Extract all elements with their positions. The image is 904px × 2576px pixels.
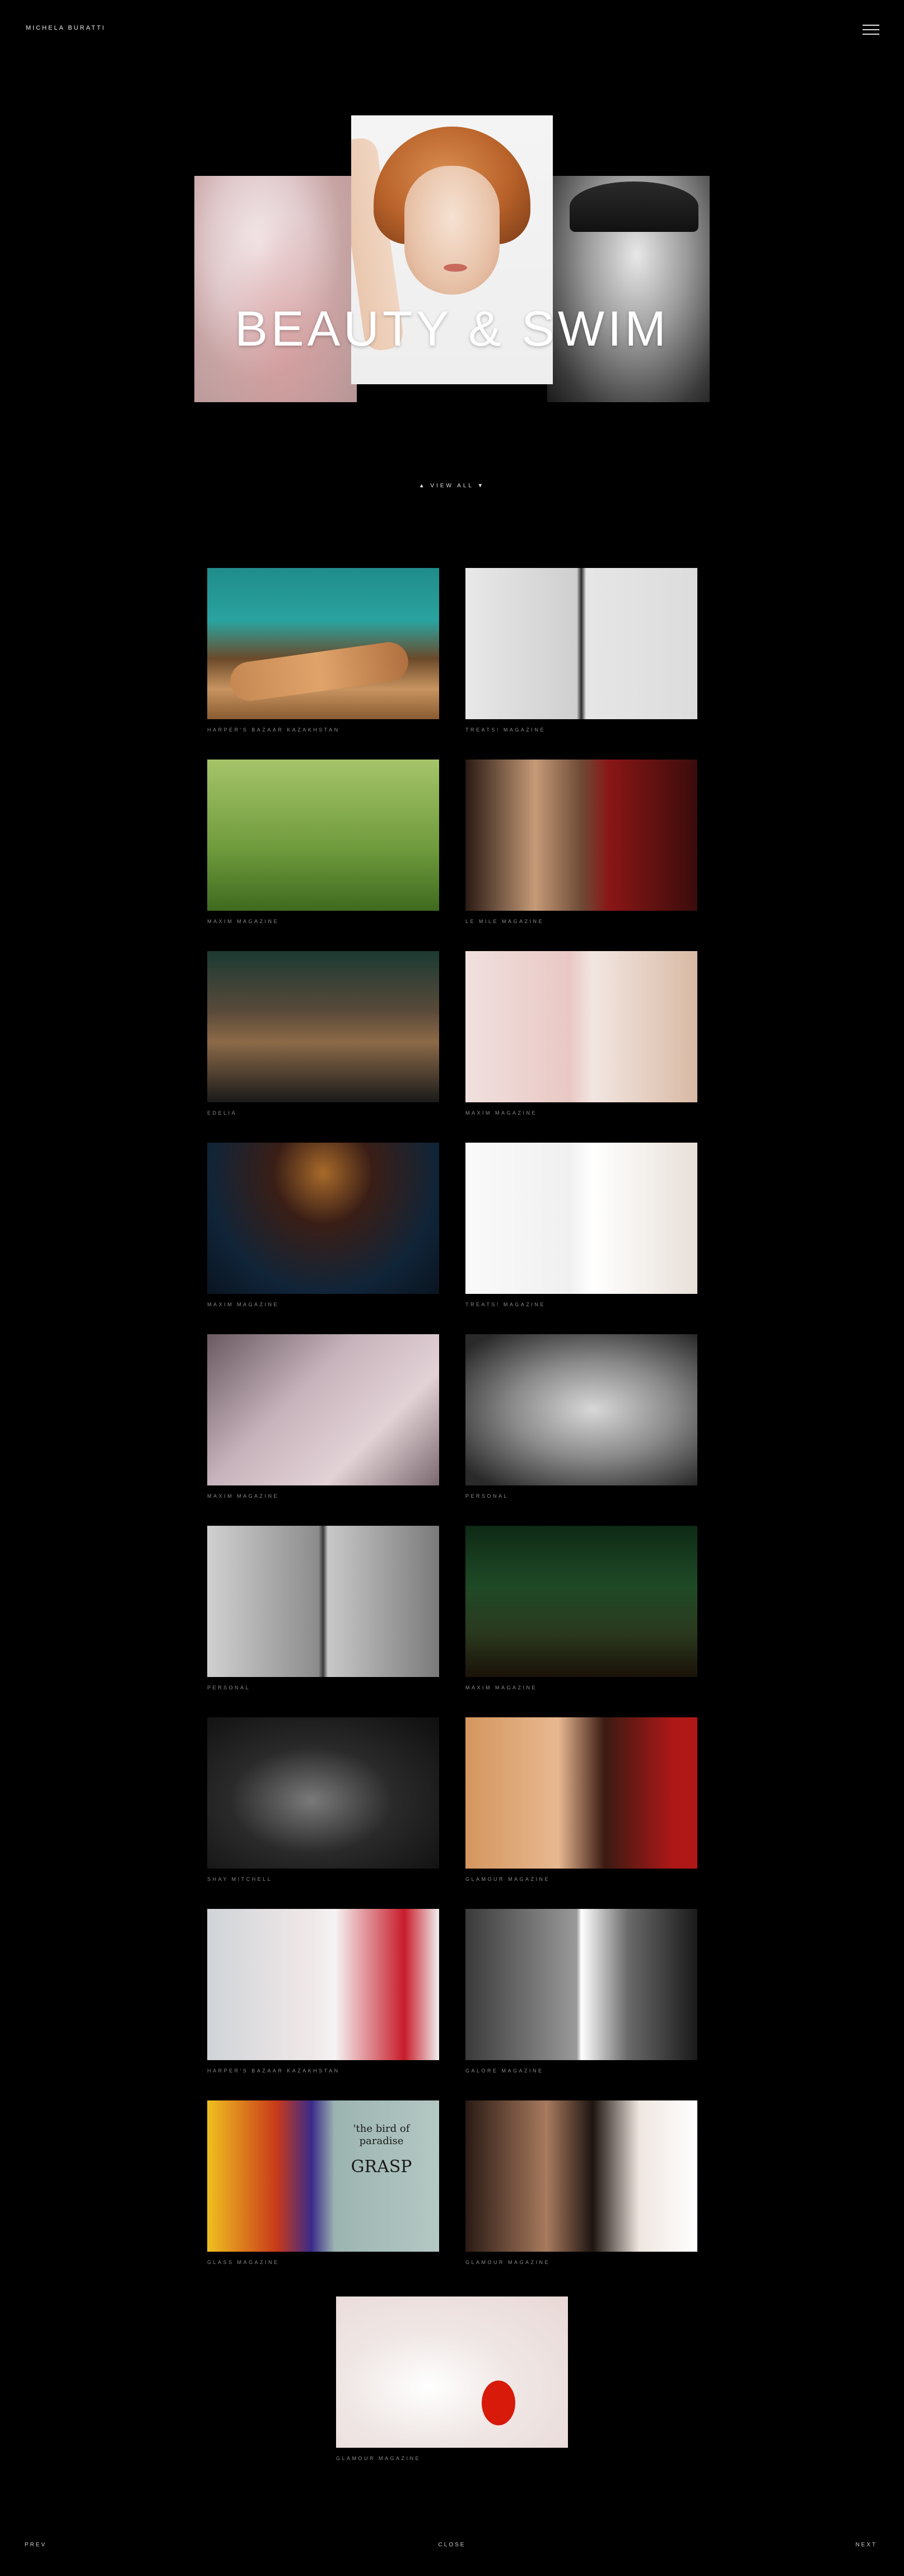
gallery-thumbnail[interactable] (207, 1334, 439, 1485)
close-link[interactable]: CLOSE (0, 2542, 904, 2548)
menu-line (863, 25, 879, 26)
gallery-item[interactable]: SHAY MITCHELL (207, 1717, 439, 1882)
page-title: BEAUTY & SWIM (235, 301, 669, 356)
gallery-thumbnail[interactable] (465, 1909, 697, 2060)
gallery-item[interactable]: MAXIM MAGAZINE (465, 1526, 697, 1690)
gallery-caption: MAXIM MAGAZINE (207, 919, 279, 924)
gallery-thumbnail[interactable] (465, 1717, 697, 1869)
hero-collage: BEAUTY & SWIM (194, 115, 710, 402)
hamburger-menu-icon[interactable] (863, 25, 879, 37)
gallery-caption: PERSONAL (207, 1685, 251, 1690)
gallery-item[interactable]: MAXIM MAGAZINE (465, 951, 697, 1116)
gallery-thumbnail[interactable] (465, 951, 697, 1102)
gallery-thumbnail[interactable] (207, 568, 439, 719)
gallery-item[interactable]: GALORE MAGAZINE (465, 1909, 697, 2074)
gallery-item[interactable]: GLAMOUR MAGAZINE (465, 2100, 697, 2265)
gallery-caption: GLASS MAGAZINE (207, 2260, 279, 2265)
gallery-thumbnail[interactable] (465, 1334, 697, 1485)
gallery-thumbnail[interactable] (465, 1526, 697, 1677)
brand-logo[interactable]: MICHELA BURATTI (26, 25, 106, 31)
gallery-item[interactable]: MAXIM MAGAZINE (207, 760, 439, 924)
gallery-thumbnail[interactable] (207, 951, 439, 1102)
gallery-item[interactable]: MAXIM MAGAZINE (207, 1334, 439, 1499)
cover-title: GRASP (351, 2157, 412, 2177)
gallery-item[interactable]: LE MILE MAGAZINE (465, 760, 697, 924)
gallery-caption: LE MILE MAGAZINE (465, 919, 544, 924)
view-all-toggle[interactable]: ▲ VIEW ALL ▼ (0, 483, 904, 489)
gallery-thumbnail[interactable] (336, 2296, 568, 2448)
gallery-thumbnail[interactable] (465, 1143, 697, 1294)
gallery-thumbnail[interactable] (465, 568, 697, 719)
gallery-caption: MAXIM MAGAZINE (207, 1302, 279, 1307)
gallery-caption: MAXIM MAGAZINE (465, 1110, 538, 1116)
gallery-caption: GLAMOUR MAGAZINE (465, 2260, 551, 2265)
gallery-item[interactable]: TREATS! MAGAZINE (465, 1143, 697, 1307)
gallery-item[interactable]: MAXIM MAGAZINE (207, 1143, 439, 1307)
hero-image-left (194, 176, 357, 402)
gallery-caption: PERSONAL (465, 1493, 509, 1499)
gallery-item[interactable]: EDELIA (207, 951, 439, 1116)
gallery-caption: HARPER'S BAZAAR KAZAKHSTAN (207, 2068, 340, 2074)
gallery-caption: GALORE MAGAZINE (465, 2068, 544, 2074)
gallery-caption: GLAMOUR MAGAZINE (465, 1876, 551, 1882)
gallery-thumbnail[interactable] (207, 1526, 439, 1677)
gallery-thumbnail[interactable]: 'the bird of paradise GRASP (207, 2100, 439, 2252)
face-shape (404, 166, 500, 295)
gallery-item[interactable]: GLAMOUR MAGAZINE (465, 1717, 697, 1882)
gallery-caption: HARPER'S BAZAAR KAZAKHSTAN (207, 727, 340, 733)
menu-line (863, 29, 879, 30)
gallery-thumbnail[interactable] (465, 760, 697, 911)
gallery-caption: TREATS! MAGAZINE (465, 727, 546, 733)
gallery-caption: MAXIM MAGAZINE (207, 1493, 279, 1499)
hat-shape (570, 181, 698, 232)
gallery-caption: EDELIA (207, 1110, 237, 1116)
gallery-item[interactable]: PERSONAL (465, 1334, 697, 1499)
gallery-item[interactable]: TREATS! MAGAZINE (465, 568, 697, 733)
cover-headline: 'the bird of paradise (353, 2123, 410, 2147)
gallery-caption: GLAMOUR MAGAZINE (336, 2456, 421, 2461)
gallery-caption: TREATS! MAGAZINE (465, 1302, 546, 1307)
gallery-thumbnail[interactable] (207, 760, 439, 911)
gallery-item[interactable]: HARPER'S BAZAAR KAZAKHSTAN (207, 568, 439, 733)
magazine-cover-text: 'the bird of paradise GRASP (339, 2123, 423, 2177)
gallery-thumbnail[interactable] (465, 2100, 697, 2252)
gallery-thumbnail[interactable] (207, 1143, 439, 1294)
gallery-thumbnail[interactable] (207, 1909, 439, 2060)
gallery-caption: MAXIM MAGAZINE (465, 1685, 538, 1690)
hero-image-right (547, 176, 710, 402)
gallery-caption: SHAY MITCHELL (207, 1876, 273, 1882)
next-link[interactable]: NEXT (855, 2542, 877, 2548)
menu-line (863, 34, 879, 35)
gallery-item[interactable]: HARPER'S BAZAAR KAZAKHSTAN (207, 1909, 439, 2074)
lips-shape (444, 264, 467, 272)
gallery-item[interactable]: 'the bird of paradise GRASP GLASS MAGAZI… (207, 2100, 439, 2265)
gallery-thumbnail[interactable] (207, 1717, 439, 1869)
gallery-item[interactable]: PERSONAL (207, 1526, 439, 1690)
gallery-item[interactable]: GLAMOUR MAGAZINE (336, 2296, 568, 2461)
